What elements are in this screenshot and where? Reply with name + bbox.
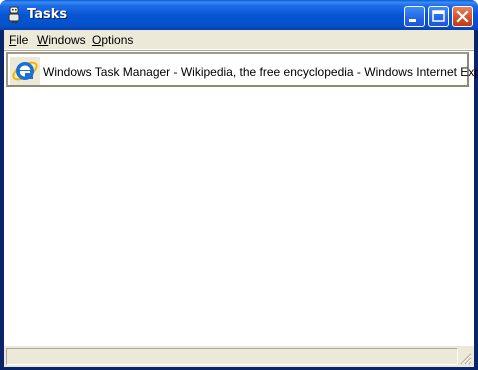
resize-grip-icon[interactable] bbox=[459, 352, 472, 365]
menu-options-label: ptions bbox=[101, 33, 134, 47]
task-list: Windows Task Manager - Wikipedia, the fr… bbox=[4, 50, 478, 346]
menu-bar: File Windows Options bbox=[4, 30, 474, 50]
close-icon bbox=[456, 10, 469, 23]
tasks-app-icon bbox=[8, 6, 20, 23]
maximize-icon bbox=[432, 10, 445, 22]
task-item[interactable]: Windows Task Manager - Wikipedia, the fr… bbox=[6, 52, 478, 87]
menu-windows-mnemonic: W bbox=[37, 33, 49, 47]
menu-options[interactable]: Options bbox=[92, 33, 133, 47]
status-panel bbox=[6, 348, 458, 365]
maximize-button[interactable] bbox=[428, 6, 449, 27]
menu-options-mnemonic: O bbox=[92, 33, 102, 47]
tasks-window: Tasks File Windows Options Windows Task … bbox=[0, 0, 478, 370]
menu-windows[interactable]: Windows bbox=[37, 33, 86, 47]
menu-windows-label: indows bbox=[48, 33, 86, 47]
task-icon-box bbox=[10, 57, 40, 85]
minimize-icon bbox=[409, 19, 416, 22]
status-bar bbox=[4, 345, 474, 367]
close-button[interactable] bbox=[452, 6, 473, 27]
title-bar[interactable]: Tasks bbox=[0, 0, 478, 30]
window-frame: File Windows Options Windows Task Manage… bbox=[4, 30, 478, 367]
menu-file-label: ile bbox=[16, 33, 29, 47]
internet-explorer-icon bbox=[12, 61, 38, 81]
window-title: Tasks bbox=[27, 7, 68, 22]
task-label: Windows Task Manager - Wikipedia, the fr… bbox=[43, 65, 478, 79]
minimize-button[interactable] bbox=[404, 6, 425, 27]
menu-file[interactable]: File bbox=[9, 33, 28, 47]
